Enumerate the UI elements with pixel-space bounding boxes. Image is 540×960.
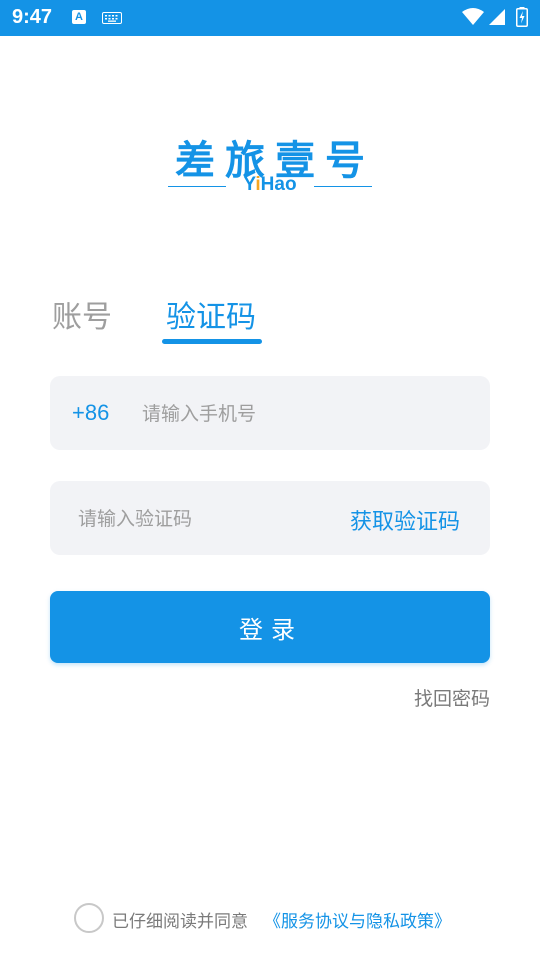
app-logo: 差旅壹号 YiHao bbox=[0, 128, 540, 195]
phone-input[interactable] bbox=[140, 376, 474, 452]
signal-icon bbox=[489, 9, 505, 25]
logo-subtitle-row: YiHao bbox=[168, 174, 372, 200]
agreement-checkbox[interactable] bbox=[74, 903, 104, 933]
keyboard-icon bbox=[102, 12, 122, 24]
verification-code-field: 获取验证码 bbox=[50, 481, 490, 557]
country-code[interactable]: +86 bbox=[72, 400, 109, 426]
logo-divider-right bbox=[314, 186, 372, 187]
battery-charging-icon bbox=[516, 7, 528, 27]
active-tab-indicator bbox=[162, 339, 262, 344]
notification-a-icon: A bbox=[72, 10, 86, 24]
wifi-icon bbox=[462, 8, 484, 25]
logo-subtitle: YiHao bbox=[243, 174, 297, 195]
status-time: 9:47 bbox=[12, 6, 53, 28]
login-button[interactable]: 登录 bbox=[50, 591, 490, 663]
agreement-text: 已仔细阅读并同意 bbox=[112, 912, 248, 932]
forgot-password-link[interactable]: 找回密码 bbox=[414, 684, 490, 711]
agreement-policy-link[interactable]: 《服务协议与隐私政策》 bbox=[264, 907, 451, 932]
get-code-button[interactable]: 获取验证码 bbox=[350, 504, 460, 536]
tab-account[interactable]: 账号 bbox=[52, 292, 112, 336]
verification-code-input[interactable] bbox=[76, 481, 330, 557]
tab-verification-code[interactable]: 验证码 bbox=[166, 292, 256, 336]
phone-field: +86 bbox=[50, 376, 490, 452]
status-bar: 9:47 A bbox=[0, 0, 540, 36]
